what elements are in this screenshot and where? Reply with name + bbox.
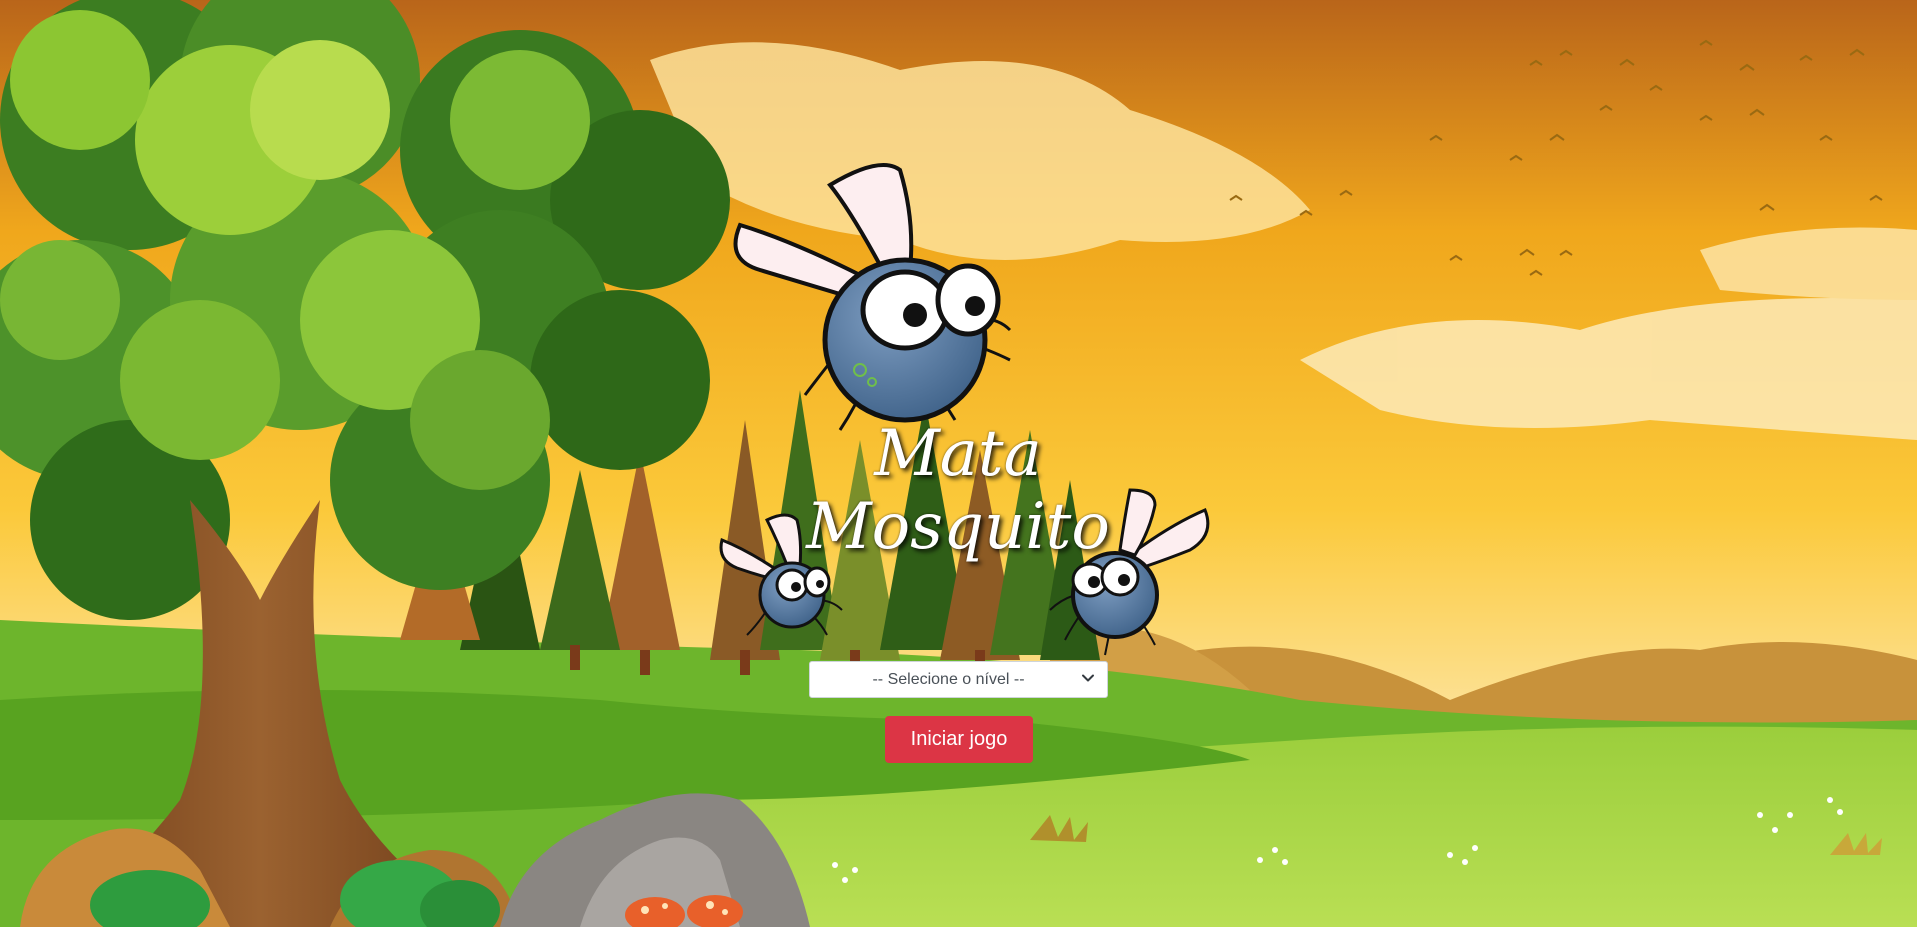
level-select[interactable]: -- Selecione o nível --: [810, 662, 1107, 697]
start-menu: Mata Mosquito -- Selecione o nível -- In…: [0, 0, 1917, 927]
game-title-line-2: Mosquito: [806, 490, 1110, 564]
level-select-container[interactable]: -- Selecione o nível --: [809, 661, 1108, 698]
start-game-button[interactable]: Iniciar jogo: [885, 716, 1033, 763]
game-title-line-1: Mata: [874, 417, 1042, 491]
